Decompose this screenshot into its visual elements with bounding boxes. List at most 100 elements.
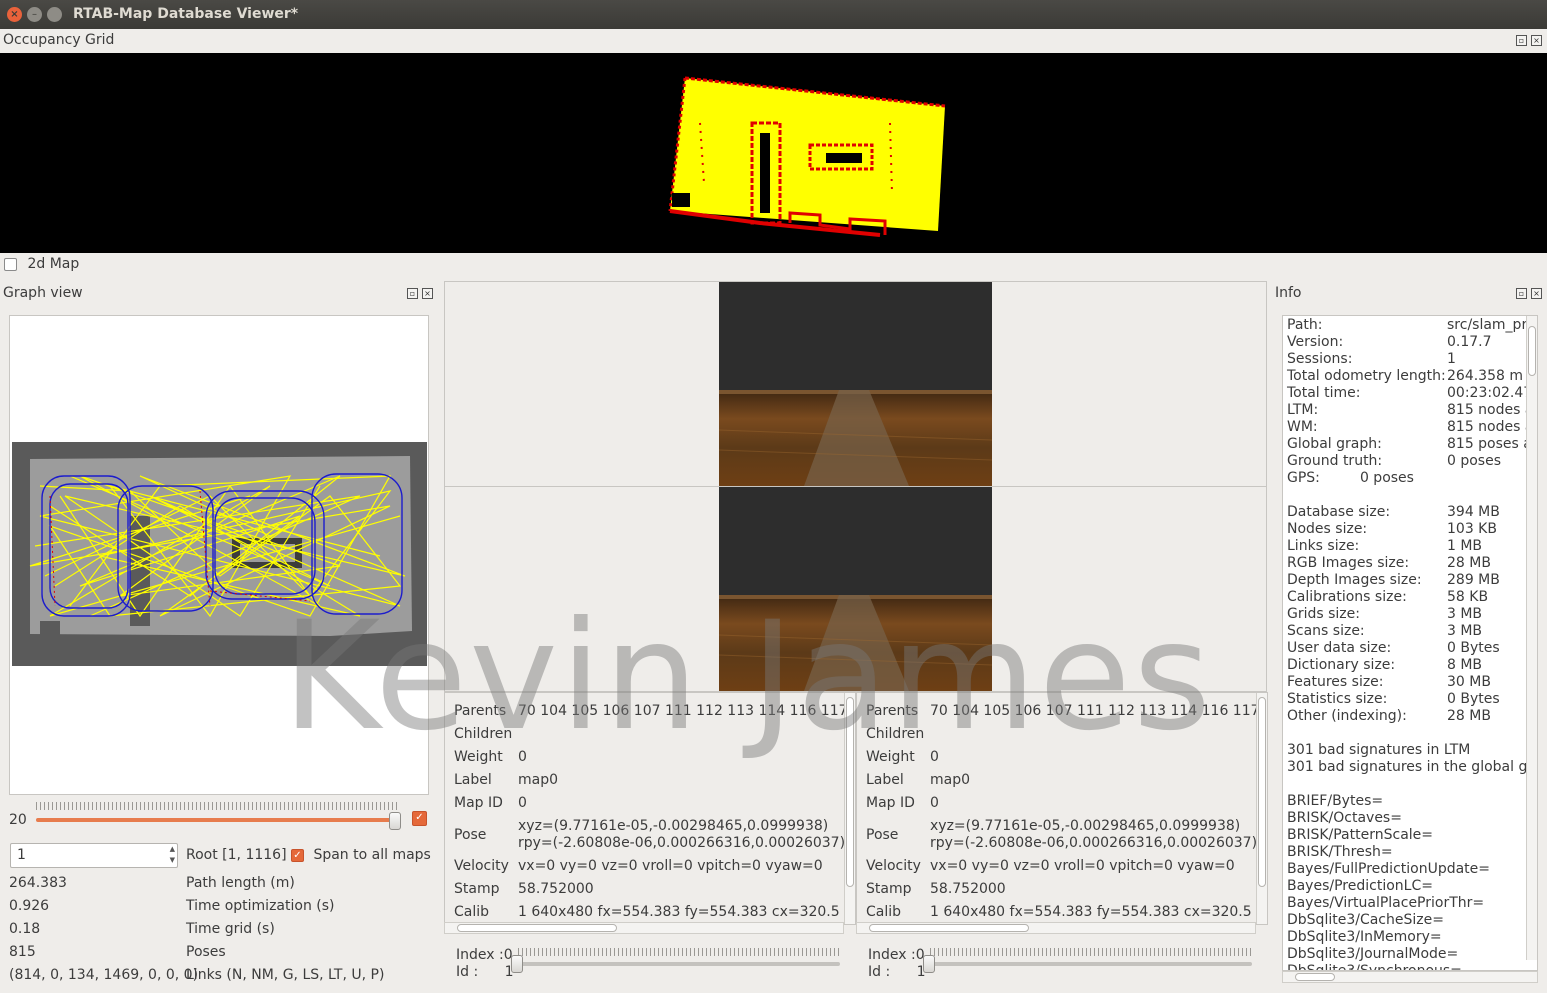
spin-down-icon[interactable]: ▼ — [170, 856, 175, 864]
velocity-label: Velocity — [454, 858, 509, 874]
time-optimization-label: Time optimization (s) — [186, 898, 335, 914]
info-gps: GPS: 0 poses — [1287, 470, 1414, 486]
left-index-slider-handle[interactable] — [511, 955, 523, 973]
info-key: Ground truth: — [1287, 453, 1383, 469]
node-info-left-vscroll[interactable] — [844, 693, 855, 924]
minimize-window-button[interactable]: – — [27, 7, 42, 22]
info-value: 28 MB — [1447, 708, 1491, 724]
right-index-slider-track[interactable] — [930, 962, 1252, 966]
map2d-checkbox[interactable] — [4, 257, 17, 271]
map2d-checkbox-row[interactable]: 2d Map — [4, 256, 79, 272]
close-window-button[interactable]: × — [7, 7, 22, 22]
label-value: map0 — [518, 772, 559, 788]
weight-label: Weight — [454, 749, 503, 765]
time-optimization-value: 0.926 — [9, 898, 50, 914]
stamp-label: Stamp — [454, 881, 500, 897]
info-key: Database size: — [1287, 504, 1391, 520]
parents-label: Parents — [866, 703, 919, 719]
weight-label: Weight — [866, 749, 915, 765]
velocity-value: vx=0 vy=0 vz=0 vroll=0 vpitch=0 vyaw=0 — [930, 858, 1235, 874]
info-key: RGB Images size: — [1287, 555, 1410, 571]
left-index-slider-track[interactable] — [518, 962, 840, 966]
close-dock-icon[interactable]: × — [422, 288, 433, 299]
velocity-label: Velocity — [866, 858, 921, 874]
label-value: map0 — [930, 772, 971, 788]
right-index-label: Index : — [868, 947, 916, 963]
info-value: 28 MB — [1447, 555, 1491, 571]
image-view-bottom[interactable] — [444, 486, 1267, 692]
node-info-right: Parents 70 104 105 106 107 111 112 113 1… — [856, 692, 1268, 925]
node-info-left-hscroll[interactable] — [444, 922, 844, 934]
param-line: Bayes/VirtualPlacePriorThr= — [1287, 895, 1485, 911]
map-id-label: Map ID — [454, 795, 503, 811]
root-label: Root [1, 1116] — [186, 847, 287, 863]
param-line: DbSqlite3/Synchronous= — [1287, 963, 1462, 971]
calib-value: 1 640x480 fx=554.383 fy=554.383 cx=320.5… — [518, 904, 856, 920]
time-grid-value: 0.18 — [9, 921, 41, 937]
param-line: DbSqlite3/InMemory= — [1287, 929, 1442, 945]
left-index-row: Index :0 — [456, 947, 513, 963]
info-value: 30 MB — [1447, 674, 1491, 690]
info-text-box[interactable]: Path: src/slam_pr Version: 0.17.7 Sessio… — [1282, 315, 1538, 971]
occupancy-grid-title: Occupancy Grid — [3, 32, 115, 48]
parents-value: 70 104 105 106 107 111 112 113 114 116 1… — [518, 703, 856, 719]
root-spinbox-value: 1 — [17, 847, 26, 863]
float-dock-icon[interactable]: ▫ — [1516, 288, 1527, 299]
span-maps-checkbox[interactable]: ✓ — [291, 848, 304, 862]
left-id-label: Id : — [456, 964, 479, 980]
pose-xyz-value: xyz=(9.77161e-05,-0.00298465,0.0999938) — [930, 818, 1241, 834]
left-index-slider-ticks — [518, 948, 840, 956]
right-index-row: Index :0 — [868, 947, 925, 963]
map-id-label: Map ID — [866, 795, 915, 811]
maximize-window-button[interactable] — [47, 7, 62, 22]
node-info-right-vscroll[interactable] — [1256, 693, 1267, 924]
info-key: Calibrations size: — [1287, 589, 1407, 605]
occupancy-map-image — [668, 76, 946, 237]
graph-dock-buttons: ▫ × — [407, 288, 433, 299]
span-maps-row[interactable]: ✓ Span to all maps — [291, 847, 431, 863]
image-view-top[interactable] — [444, 281, 1267, 487]
parents-value: 70 104 105 106 107 111 112 113 114 116 1… — [930, 703, 1268, 719]
info-key: LTM: — [1287, 402, 1319, 418]
info-key: Dictionary size: — [1287, 657, 1396, 673]
calib-value: 1 640x480 fx=554.383 fy=554.383 cx=320.5… — [930, 904, 1268, 920]
graph-slider-checkbox[interactable]: ✓ — [412, 811, 427, 826]
map2d-label: 2d Map — [27, 256, 80, 272]
node-info-left: Parents 70 104 105 106 107 111 112 113 1… — [444, 692, 856, 925]
pose-rpy-value: rpy=(-2.60808e-06,0.000266316,0.00026037… — [930, 835, 1258, 851]
graph-slider-handle[interactable] — [389, 812, 401, 830]
root-spinbox[interactable]: 1 ▲ ▼ — [10, 843, 178, 868]
info-dock-buttons: ▫ × — [1516, 288, 1542, 299]
right-index-slider-ticks — [930, 948, 1252, 956]
info-value: 58 KB — [1447, 589, 1489, 605]
left-index-label: Index : — [456, 947, 504, 963]
pose-label: Pose — [866, 827, 899, 843]
node-info-right-hscroll[interactable] — [856, 922, 1256, 934]
info-hscroll[interactable] — [1282, 971, 1538, 983]
graph-view-canvas[interactable] — [9, 315, 429, 795]
right-id-row: Id : 1 — [868, 964, 926, 980]
info-value: 289 MB — [1447, 572, 1500, 588]
graph-slider-track[interactable] — [36, 818, 396, 822]
float-dock-icon[interactable]: ▫ — [1516, 35, 1527, 46]
info-vscroll[interactable] — [1526, 316, 1537, 960]
param-line: Bayes/FullPredictionUpdate= — [1287, 861, 1491, 877]
occupancy-grid-view[interactable] — [0, 53, 1547, 253]
close-dock-icon[interactable]: × — [1531, 288, 1542, 299]
close-dock-icon[interactable]: × — [1531, 35, 1542, 46]
path-length-value: 264.383 — [9, 875, 67, 891]
links-label: Links (N, NM, G, LS, LT, U, P) — [186, 967, 385, 983]
right-index-slider-handle[interactable] — [923, 955, 935, 973]
float-dock-icon[interactable]: ▫ — [407, 288, 418, 299]
velocity-value: vx=0 vy=0 vz=0 vroll=0 vpitch=0 vyaw=0 — [518, 858, 823, 874]
bad-signatures-ltm: 301 bad signatures in LTM — [1287, 742, 1471, 758]
camera-image-top — [719, 282, 992, 486]
spin-up-icon[interactable]: ▲ — [170, 845, 175, 853]
info-key: WM: — [1287, 419, 1318, 435]
parents-label: Parents — [454, 703, 507, 719]
info-value: 815 nodes a — [1447, 419, 1534, 435]
info-value: 0 Bytes — [1447, 640, 1500, 656]
info-key: Scans size: — [1287, 623, 1365, 639]
info-value: 103 KB — [1447, 521, 1497, 537]
graph-slider-value: 20 — [9, 812, 27, 828]
